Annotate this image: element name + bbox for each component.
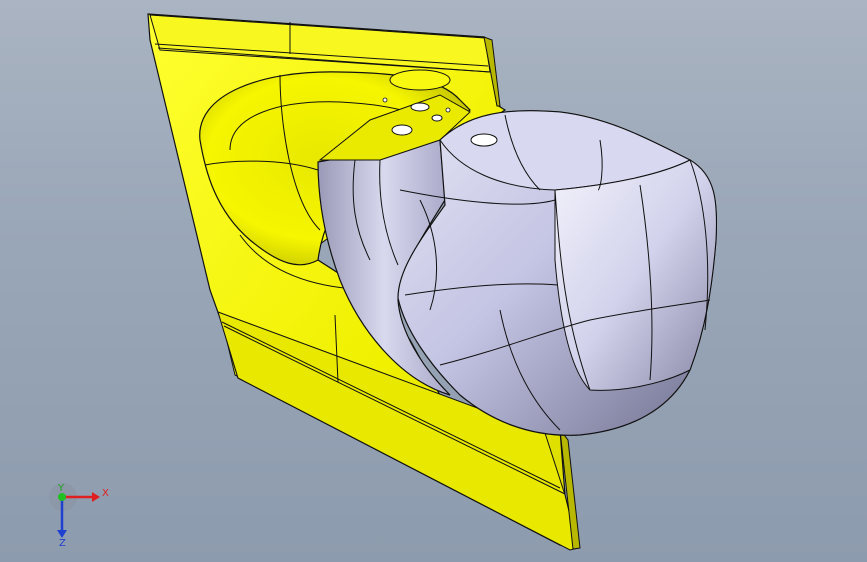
hole (431, 114, 443, 122)
coordinate-triad: X Y Z (49, 483, 109, 549)
y-axis-label: Y (57, 483, 65, 494)
z-arrow-icon (57, 530, 67, 538)
graphics-viewport[interactable]: X Y Z (0, 0, 867, 562)
body-top-hole (470, 133, 498, 147)
z-axis-label: Z (59, 538, 66, 549)
hole (391, 124, 413, 136)
main-body[interactable] (397, 110, 718, 436)
cad-model-view[interactable] (0, 0, 867, 562)
x-arrow-icon (92, 492, 100, 502)
x-axis-label: X (102, 488, 109, 499)
hole (382, 97, 388, 103)
hole (410, 102, 430, 112)
hole (445, 107, 451, 113)
y-axis-icon (58, 493, 66, 501)
recess-bump (389, 69, 451, 91)
